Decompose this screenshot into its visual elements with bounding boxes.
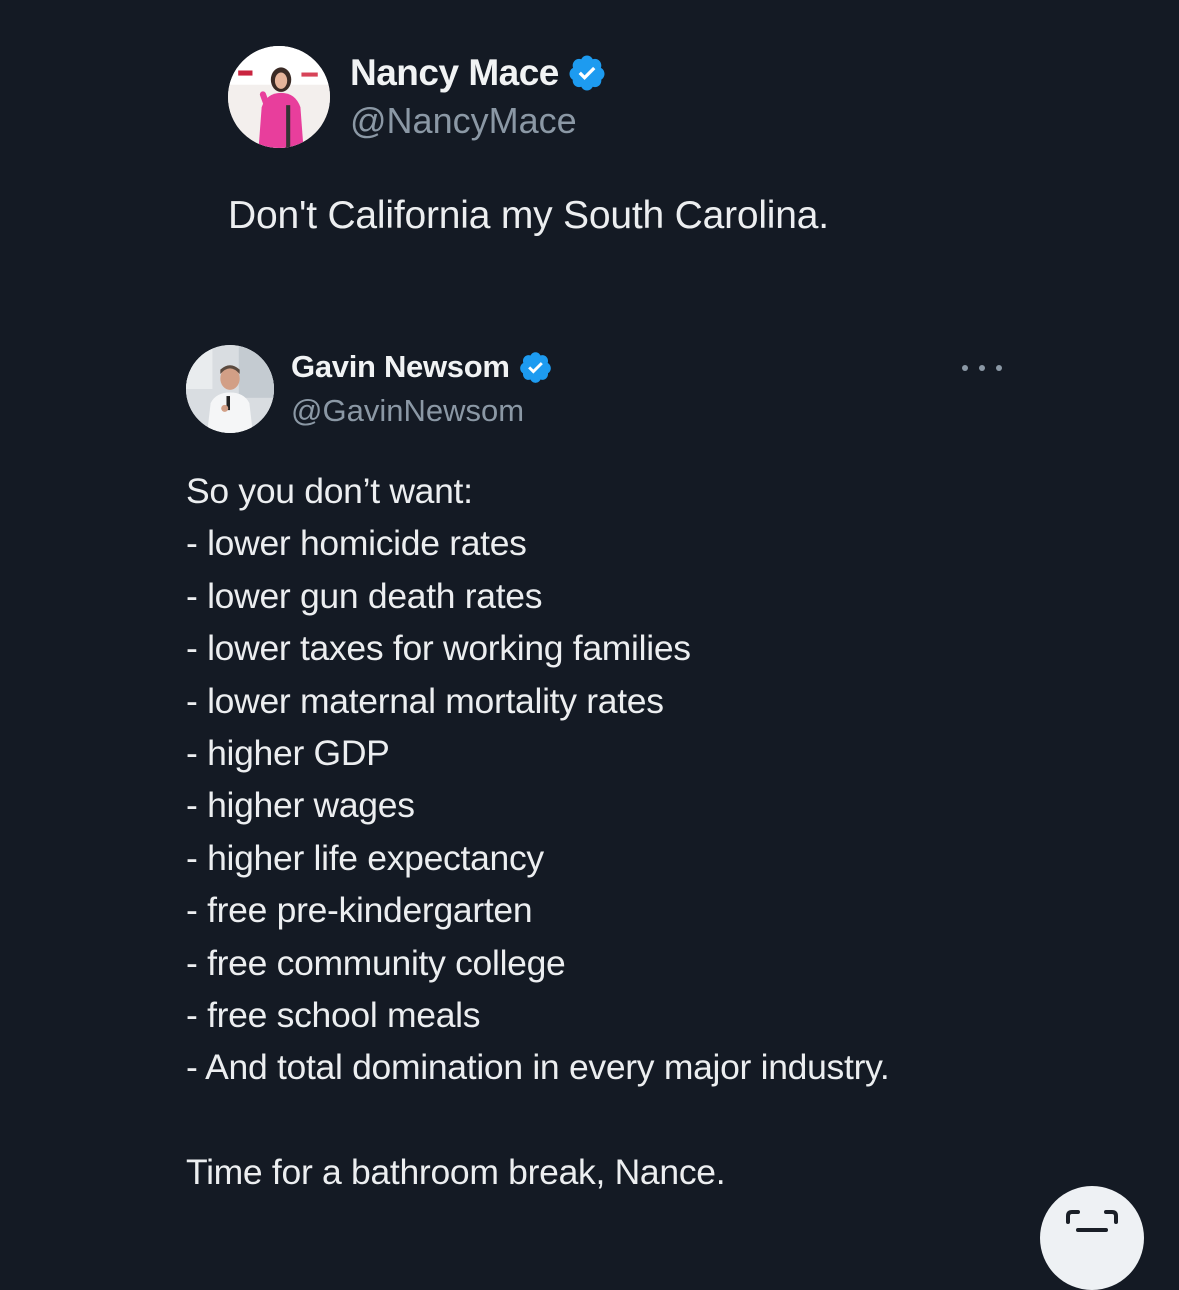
more-options-icon[interactable] <box>962 353 1002 383</box>
reply-line: - free school meals <box>186 995 481 1036</box>
reply-line: - free pre-kindergarten <box>186 890 533 931</box>
quoted-author-name-line: Nancy Mace <box>350 51 607 95</box>
verified-badge-icon <box>567 53 607 93</box>
reply-tweet-text: So you don’t want: - lower homicide rate… <box>186 465 1016 1199</box>
reply-line: - higher GDP <box>186 733 390 774</box>
reply-author-name[interactable]: Gavin Newsom <box>291 348 510 386</box>
reply-line: - And total domination in every major in… <box>186 1047 890 1088</box>
reply-line: - higher life expectancy <box>186 837 544 878</box>
verified-badge-icon <box>518 350 553 385</box>
nancy-mace-avatar-image <box>228 46 330 148</box>
reply-tweet: Gavin Newsom @GavinNewsom So you don’t w… <box>186 345 1016 1199</box>
reply-line: - higher wages <box>186 785 415 826</box>
more-options-dot <box>996 365 1002 371</box>
reply-tweet-author-row: Gavin Newsom @GavinNewsom <box>186 345 1016 433</box>
gavin-newsom-avatar-image <box>186 345 274 433</box>
quoted-tweet-text: Don't California my South Carolina. <box>228 194 829 237</box>
reply-line: - lower homicide rates <box>186 523 527 564</box>
scan-button[interactable] <box>1040 1186 1144 1290</box>
reply-author-name-line: Gavin Newsom <box>291 348 553 386</box>
scan-icon <box>1066 1210 1118 1232</box>
more-options-dot <box>962 365 968 371</box>
quoted-author-handle[interactable]: @NancyMace <box>350 99 607 143</box>
nancy-mace-avatar[interactable] <box>228 46 330 148</box>
more-options-dot <box>979 365 985 371</box>
reply-closing-line: Time for a bathroom break, Nance. <box>186 1152 726 1193</box>
quoted-tweet-names: Nancy Mace @NancyMace <box>350 51 607 143</box>
quoted-author-name[interactable]: Nancy Mace <box>350 51 559 95</box>
gavin-newsom-avatar[interactable] <box>186 345 274 433</box>
reply-author-handle[interactable]: @GavinNewsom <box>291 392 553 430</box>
quoted-tweet: Nancy Mace @NancyMace Don't California m… <box>228 46 1028 242</box>
reply-line: - lower maternal mortality rates <box>186 680 664 721</box>
reply-line: - lower gun death rates <box>186 575 543 616</box>
reply-line: - lower taxes for working families <box>186 628 691 669</box>
reply-line: - free community college <box>186 942 566 983</box>
reply-tweet-names: Gavin Newsom @GavinNewsom <box>291 348 553 430</box>
reply-line: So you don’t want: <box>186 471 473 511</box>
quoted-tweet-author-row: Nancy Mace @NancyMace <box>228 46 1028 148</box>
